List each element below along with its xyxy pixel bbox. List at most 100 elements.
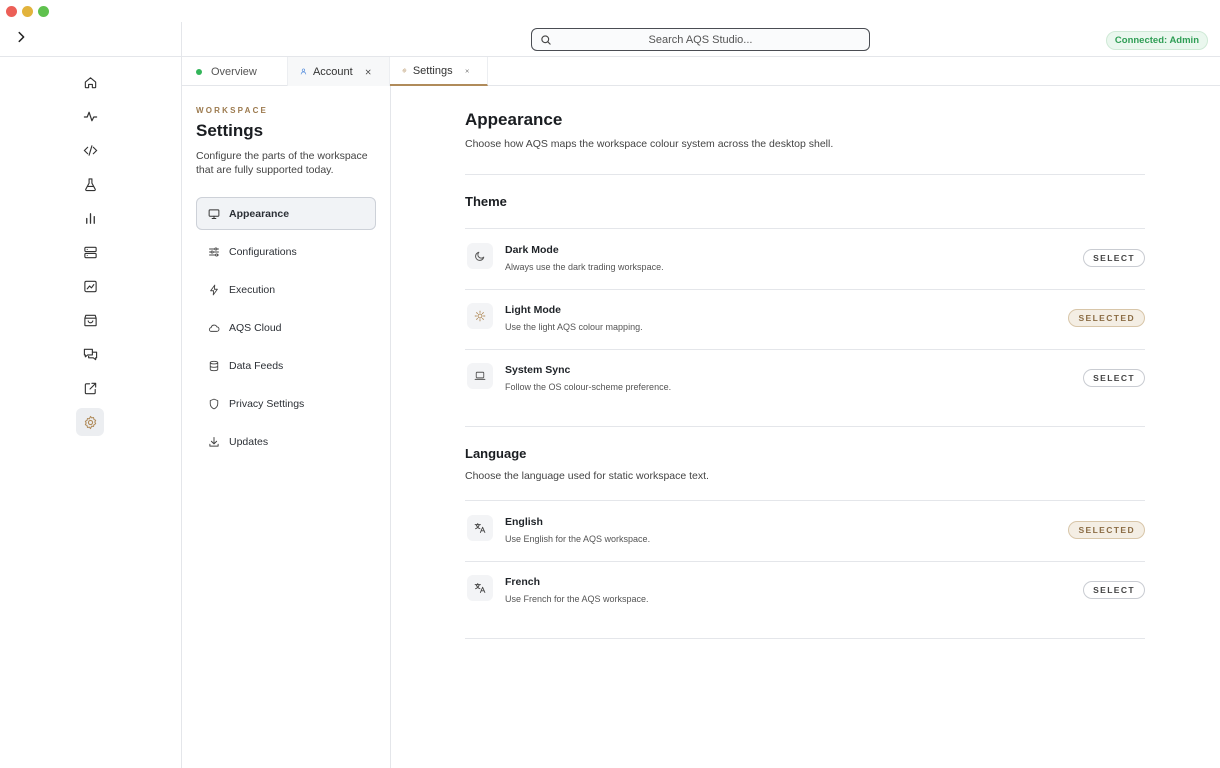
- section-title: Appearance: [465, 110, 563, 129]
- gear-icon: [402, 68, 407, 73]
- settings-sidebar: WORKSPACE Settings Configure the parts o…: [182, 86, 391, 768]
- rail-servers[interactable]: [76, 238, 104, 266]
- rail-performance[interactable]: [76, 272, 104, 300]
- appearance-panel: Appearance Choose how AQS maps the works…: [391, 86, 1220, 768]
- option-title: Dark Mode: [505, 244, 559, 256]
- nav-item-label: Data Feeds: [229, 359, 284, 372]
- language-heading: Language: [465, 446, 527, 461]
- language-option-english: English Use English for the AQS workspac…: [465, 501, 1145, 561]
- home-icon: [84, 76, 96, 88]
- rail-activity[interactable]: [76, 102, 104, 130]
- connection-status-badge: Connected: Admin: [1105, 31, 1208, 50]
- tab-label: Overview: [211, 65, 257, 78]
- nav-item-label: Execution: [229, 283, 276, 296]
- select-system-sync-button[interactable]: SELECT: [1083, 369, 1145, 387]
- nav-item-data-feeds[interactable]: Data Feeds: [196, 349, 376, 382]
- cloud-icon: [208, 324, 220, 332]
- nav-item-label: Configurations: [229, 245, 297, 258]
- language-description: Choose the language used for static work…: [465, 470, 709, 482]
- select-french-button[interactable]: SELECT: [1083, 581, 1145, 599]
- nav-item-label: Appearance: [229, 207, 290, 220]
- close-tab-icon[interactable]: [465, 66, 469, 76]
- tab-overview[interactable]: Overview: [182, 57, 288, 86]
- minimize-window-button[interactable]: [22, 6, 33, 17]
- rail-settings[interactable]: [76, 408, 104, 436]
- option-title: System Sync: [505, 364, 571, 376]
- search-icon: [541, 34, 551, 45]
- close-window-button[interactable]: [6, 6, 17, 17]
- bar-chart-icon: [85, 212, 95, 224]
- rail-code[interactable]: [76, 136, 104, 164]
- nav-item-configurations[interactable]: Configurations: [196, 235, 376, 268]
- tab-account[interactable]: Account: [288, 57, 390, 86]
- nav-item-appearance[interactable]: Appearance: [196, 197, 376, 230]
- option-icon-wrap: [467, 303, 493, 329]
- theme-option-dark: Dark Mode Always use the dark trading wo…: [465, 229, 1145, 289]
- window-controls: [6, 6, 49, 17]
- close-tab-icon[interactable]: [365, 67, 371, 77]
- nav-item-label: Updates: [229, 435, 269, 448]
- divider: [465, 174, 1145, 175]
- sun-icon: [474, 310, 486, 322]
- shopping-bag-icon: [83, 314, 97, 326]
- nav-item-execution[interactable]: Execution: [196, 273, 376, 306]
- laptop-icon: [474, 371, 486, 380]
- sliders-icon: [209, 246, 219, 257]
- page-title: Settings: [196, 121, 264, 140]
- translate-icon: [474, 523, 486, 533]
- nav-item-updates[interactable]: Updates: [196, 425, 376, 458]
- option-icon-wrap: [467, 515, 493, 541]
- select-light-mode-button[interactable]: SELECTED: [1068, 309, 1145, 327]
- option-subtitle: Always use the dark trading workspace.: [505, 262, 664, 272]
- nav-item-label: AQS Cloud: [229, 321, 282, 334]
- monitor-icon: [208, 208, 220, 219]
- activity-icon: [83, 111, 97, 121]
- status-dot: [196, 68, 202, 75]
- chat-icon: [83, 348, 97, 360]
- rail-home[interactable]: [76, 68, 104, 96]
- language-option-french: French Use French for the AQS workspace.…: [465, 561, 1145, 621]
- option-icon-wrap: [467, 363, 493, 389]
- maximize-window-button[interactable]: [38, 6, 49, 17]
- moon-icon: [475, 251, 485, 261]
- option-icon-wrap: [467, 243, 493, 269]
- translate-icon: [474, 583, 486, 593]
- flask-icon: [84, 177, 96, 191]
- search-box[interactable]: [531, 28, 870, 51]
- code-icon: [83, 144, 97, 156]
- chevron-right-icon: [18, 31, 25, 42]
- option-subtitle: Follow the OS colour-scheme preference.: [505, 382, 672, 392]
- rail-external[interactable]: [76, 374, 104, 402]
- option-title: Light Mode: [505, 304, 561, 316]
- divider: [465, 638, 1145, 639]
- download-icon: [209, 436, 219, 447]
- tab-bar: Overview Account Settings: [182, 57, 1220, 86]
- select-dark-mode-button[interactable]: SELECT: [1083, 249, 1145, 267]
- page-description: Configure the parts of the workspace tha…: [196, 150, 368, 176]
- option-icon-wrap: [467, 575, 493, 601]
- tab-label: Account: [312, 65, 353, 78]
- line-chart-icon: [83, 280, 97, 292]
- external-link-icon: [84, 382, 96, 394]
- nav-item-privacy-settings[interactable]: Privacy Settings: [196, 387, 376, 420]
- rail-lab[interactable]: [76, 170, 104, 198]
- rail-analytics[interactable]: [76, 204, 104, 232]
- theme-heading: Theme: [465, 194, 507, 209]
- rail-marketplace[interactable]: [76, 306, 104, 334]
- expand-sidebar-button[interactable]: [14, 30, 28, 49]
- icon-rail: [0, 22, 182, 768]
- search-input[interactable]: [552, 33, 849, 46]
- option-title: French: [505, 576, 541, 588]
- theme-option-system: System Sync Follow the OS colour-scheme …: [465, 349, 1145, 409]
- bolt-icon: [210, 284, 218, 295]
- server-icon: [83, 246, 97, 258]
- rail-messages[interactable]: [76, 340, 104, 368]
- option-subtitle: Use English for the AQS workspace.: [505, 534, 651, 544]
- section-kicker: WORKSPACE: [196, 106, 269, 115]
- gear-icon: [84, 415, 96, 429]
- tab-settings[interactable]: Settings: [390, 57, 488, 86]
- rail-header: [0, 22, 181, 57]
- nav-item-aqs-cloud[interactable]: AQS Cloud: [196, 311, 376, 344]
- select-english-button[interactable]: SELECTED: [1068, 521, 1145, 539]
- divider: [465, 426, 1145, 427]
